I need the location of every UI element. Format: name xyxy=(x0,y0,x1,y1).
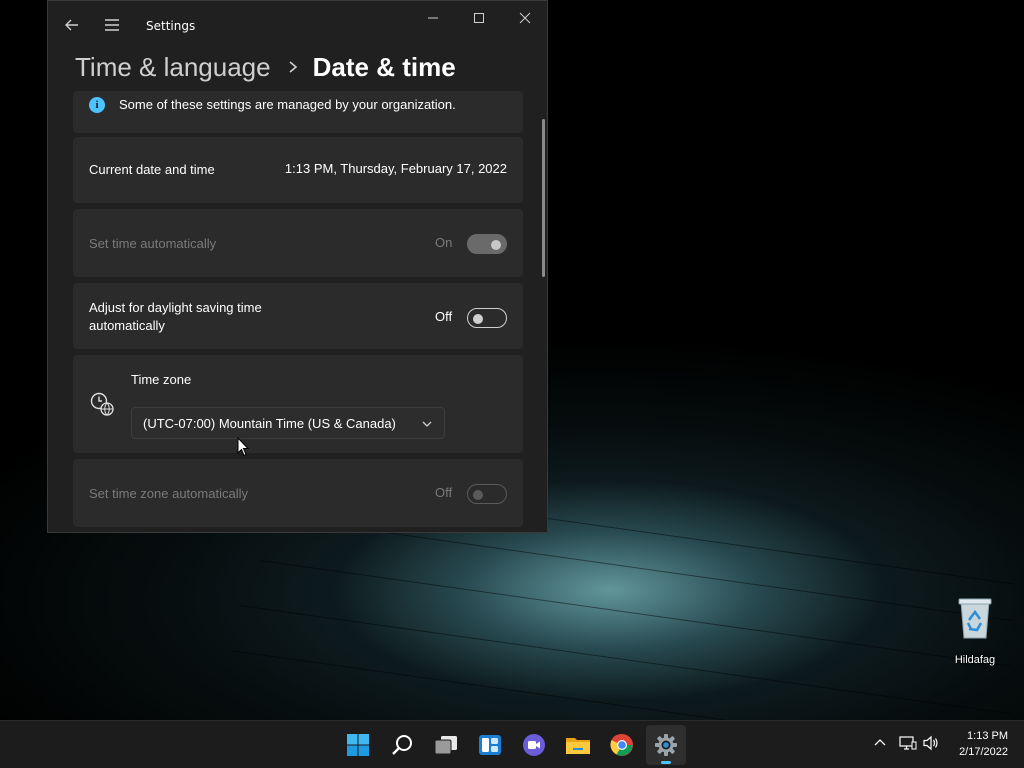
time-zone-card: Time zone (UTC-07:00) Mountain Time (US … xyxy=(73,355,523,453)
chrome-icon xyxy=(610,733,633,756)
set-time-zone-automatically-toggle[interactable] xyxy=(467,484,507,504)
active-app-indicator xyxy=(661,761,671,764)
widgets-icon xyxy=(479,735,501,755)
chevron-down-icon xyxy=(422,421,432,427)
clock-time: 1:13 PM xyxy=(967,730,1008,742)
clock-date: 2/17/2022 xyxy=(959,746,1008,758)
daylight-saving-toggle[interactable] xyxy=(467,308,507,328)
hamburger-menu-icon[interactable] xyxy=(102,15,122,35)
start-button[interactable] xyxy=(338,725,378,765)
title-bar: Settings xyxy=(48,1,547,49)
minimize-button[interactable] xyxy=(418,6,448,30)
mouse-cursor-icon xyxy=(237,437,249,457)
settings-content: i Some of these settings are managed by … xyxy=(73,91,523,531)
settings-icon xyxy=(655,734,677,756)
recycle-bin-label: Hildafag xyxy=(954,654,996,666)
time-zone-selected-value: (UTC-07:00) Mountain Time (US & Canada) xyxy=(143,416,396,431)
recycle-bin-desktop-icon[interactable]: Hildafag xyxy=(948,596,1002,666)
show-hidden-icons-button[interactable] xyxy=(870,733,890,753)
organization-info-bar: i Some of these settings are managed by … xyxy=(73,91,523,133)
chevron-right-icon xyxy=(289,61,297,73)
daylight-saving-state: Off xyxy=(435,309,453,324)
volume-button[interactable] xyxy=(922,733,942,753)
set-time-zone-automatically-card: Set time zone automatically Off xyxy=(73,459,523,527)
start-icon xyxy=(347,734,369,756)
maximize-icon xyxy=(474,13,484,23)
chevron-up-icon xyxy=(874,739,886,746)
recycle-bin-icon xyxy=(958,598,992,639)
time-zone-globe-clock-icon xyxy=(90,392,114,416)
task-view-icon xyxy=(434,736,457,755)
vertical-scrollbar[interactable] xyxy=(542,119,545,277)
close-button[interactable] xyxy=(510,6,540,30)
file-explorer-icon xyxy=(566,738,590,754)
current-date-time-card: Current date and time 1:13 PM, Thursday,… xyxy=(73,137,523,203)
teams-chat-button[interactable] xyxy=(514,725,554,765)
network-button[interactable] xyxy=(898,733,918,753)
time-zone-label: Time zone xyxy=(131,372,192,387)
maximize-button[interactable] xyxy=(464,6,494,30)
page-title: Date & time xyxy=(312,51,456,82)
set-time-automatically-card: Set time automatically On xyxy=(73,209,523,277)
back-arrow-icon[interactable] xyxy=(62,15,82,35)
info-text: Some of these settings are managed by yo… xyxy=(119,97,456,112)
set-time-automatically-label: Set time automatically xyxy=(89,236,217,251)
close-icon xyxy=(519,12,531,24)
set-time-zone-automatically-state: Off xyxy=(435,485,453,500)
window-title: Settings xyxy=(146,19,196,33)
search-button[interactable] xyxy=(382,725,422,765)
breadcrumb-parent-link[interactable]: Time & language xyxy=(75,52,271,83)
breadcrumb: Time & language Date & time xyxy=(75,49,456,85)
current-date-time-value: 1:13 PM, Thursday, February 17, 2022 xyxy=(284,161,507,176)
chrome-button[interactable] xyxy=(602,725,642,765)
set-time-zone-automatically-label: Set time zone automatically xyxy=(89,486,248,501)
settings-taskbar-button[interactable] xyxy=(646,725,686,765)
widgets-button[interactable] xyxy=(470,725,510,765)
task-view-button[interactable] xyxy=(426,725,466,765)
daylight-saving-label: Adjust for daylight saving time automati… xyxy=(89,300,262,333)
teams-chat-icon xyxy=(523,734,545,756)
file-explorer-button[interactable] xyxy=(558,725,598,765)
search-icon xyxy=(392,735,412,755)
daylight-saving-card: Adjust for daylight saving time automati… xyxy=(73,283,523,349)
volume-icon xyxy=(923,735,938,751)
taskbar-clock[interactable]: 1:13 PM 2/17/2022 xyxy=(959,728,1008,760)
network-icon xyxy=(899,736,917,750)
set-time-automatically-state: On xyxy=(435,235,453,250)
current-date-time-label: Current date and time xyxy=(89,162,215,177)
time-zone-dropdown[interactable]: (UTC-07:00) Mountain Time (US & Canada) xyxy=(131,407,445,439)
minimize-icon xyxy=(428,17,438,19)
settings-window: Settings Time & language Date & time i S… xyxy=(47,0,548,533)
taskbar: 1:13 PM 2/17/2022 xyxy=(0,720,1024,768)
info-icon: i xyxy=(89,97,105,113)
set-time-automatically-toggle[interactable] xyxy=(467,234,507,254)
